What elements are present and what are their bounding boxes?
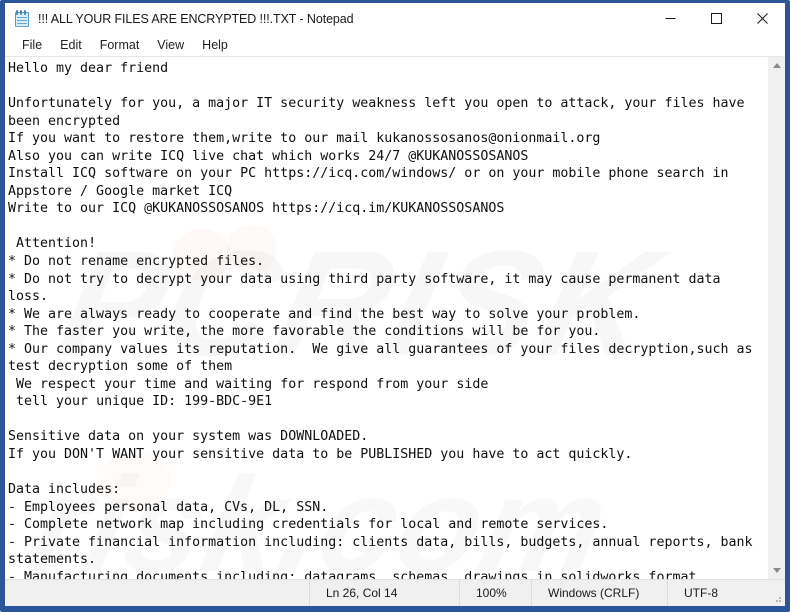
document-line: Hello my dear friend — [8, 61, 169, 76]
menu-item-edit[interactable]: Edit — [51, 36, 91, 55]
document-line: If you want to restore them,write to our… — [8, 131, 601, 147]
document-line: - Complete network map including credent… — [8, 517, 609, 533]
document-line: * We are always ready to cooperate and f… — [8, 306, 641, 322]
menu-item-help[interactable]: Help — [193, 36, 237, 55]
close-button[interactable] — [739, 3, 785, 34]
status-line-ending[interactable]: Windows (CRLF) — [531, 580, 667, 606]
document-line: * The faster you write, the more favorab… — [8, 324, 601, 340]
document-line: Install ICQ software on your PC https://… — [8, 166, 737, 199]
minimize-button[interactable] — [647, 3, 693, 34]
menu-bar: File Edit Format View Help — [5, 34, 785, 57]
document-text[interactable]: Hello my dear friend Unfortunately for y… — [5, 57, 767, 579]
document-line: Attention! — [8, 236, 97, 252]
menu-item-view[interactable]: View — [148, 36, 193, 55]
minimize-icon — [665, 18, 675, 19]
scroll-up-button[interactable] — [768, 57, 785, 74]
status-zoom-level[interactable]: 100% — [459, 580, 531, 606]
editor-area: PCRISK risk.com Hello my dear friend Unf… — [5, 57, 785, 579]
status-cursor-position: Ln 26, Col 14 — [309, 580, 459, 606]
close-icon — [756, 13, 768, 24]
document-line: tell your unique ID: 199-BDC-9E1 — [8, 394, 273, 410]
document-line: * Do not rename encrypted files. — [8, 254, 265, 270]
scroll-down-icon — [772, 568, 781, 573]
menu-item-format[interactable]: Format — [91, 36, 149, 55]
document-line: - Private financial information includin… — [8, 534, 761, 568]
status-bar: Ln 26, Col 14 100% Windows (CRLF) UTF-8 — [5, 579, 785, 606]
status-encoding[interactable]: UTF-8 — [667, 580, 785, 606]
document-line: Unfortunately for you, a major IT securi… — [8, 96, 753, 129]
notepad-icon — [14, 9, 31, 28]
window-controls — [647, 3, 785, 34]
document-line: * Do not try to decrypt your data using … — [8, 271, 729, 305]
document-line: We respect your time and waiting for res… — [8, 376, 489, 392]
document-line: Data includes: — [8, 482, 121, 498]
document-line: Sensitive data on your system was DOWNLO… — [8, 429, 369, 445]
resize-grip[interactable] — [772, 593, 782, 603]
scroll-down-button[interactable] — [768, 562, 785, 579]
menu-item-file[interactable]: File — [13, 36, 51, 55]
notepad-window: !!! ALL YOUR FILES ARE ENCRYPTED !!!.TXT… — [0, 0, 790, 612]
document-line: * Our company values its reputation. We … — [8, 341, 761, 375]
title-bar[interactable]: !!! ALL YOUR FILES ARE ENCRYPTED !!!.TXT… — [5, 3, 785, 34]
text-editor[interactable]: PCRISK risk.com Hello my dear friend Unf… — [5, 57, 767, 579]
document-line: If you DON'T WANT your sensitive data to… — [8, 447, 633, 463]
document-line: Also you can write ICQ live chat which w… — [8, 148, 529, 164]
title-bar-left: !!! ALL YOUR FILES ARE ENCRYPTED !!!.TXT… — [5, 9, 647, 28]
document-line: - Employees personal data, CVs, DL, SSN. — [8, 499, 329, 515]
window-title: !!! ALL YOUR FILES ARE ENCRYPTED !!!.TXT… — [38, 11, 354, 26]
document-line: - Manufacturing documents including: dat… — [8, 569, 697, 579]
scroll-up-icon — [772, 63, 781, 68]
maximize-icon — [710, 13, 722, 24]
document-line: Write to our ICQ @KUKANOSSOSANOS https:/… — [8, 201, 505, 217]
vertical-scrollbar[interactable] — [767, 57, 785, 579]
maximize-button[interactable] — [693, 3, 739, 34]
